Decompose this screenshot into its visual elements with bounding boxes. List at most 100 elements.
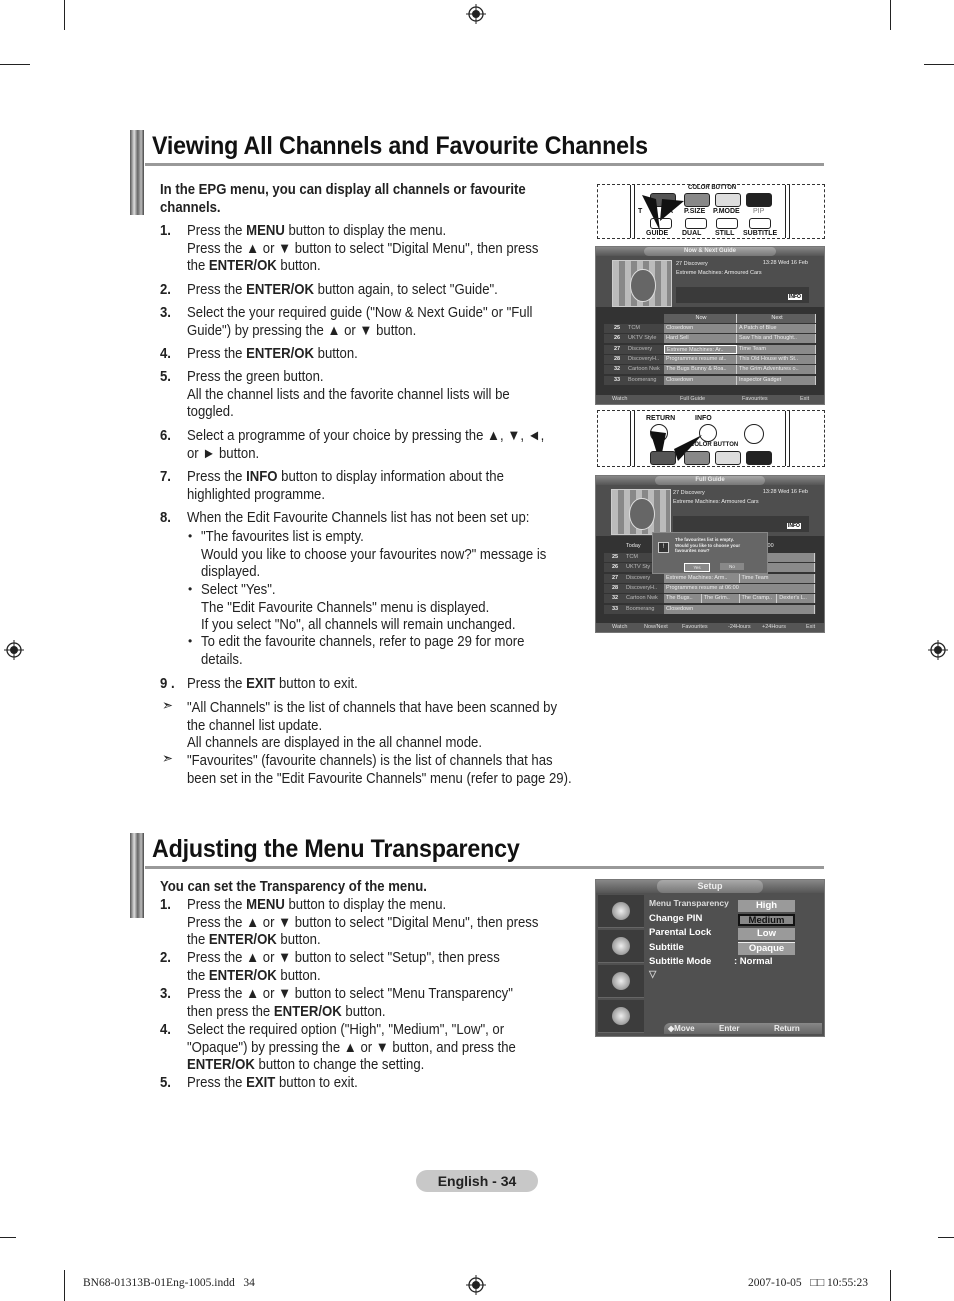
intro-line: channels. xyxy=(160,199,221,216)
programme-cell: Time Team xyxy=(739,573,815,583)
guide-row[interactable]: 25 TCM Closedown A Patch of Blue xyxy=(604,324,816,333)
no-button[interactable]: No xyxy=(720,563,744,570)
crop-mark xyxy=(890,0,891,30)
scroll-down-icon[interactable]: ▽ xyxy=(649,969,656,980)
text-segment: Press the xyxy=(187,223,247,239)
bullet-text: Select "Yes". The "Edit Favourite Channel… xyxy=(201,582,516,635)
step-line: Press the ▲ or ▼ button to select "Menu … xyxy=(187,986,513,1004)
clock: 13:28 Wed 16 Feb xyxy=(762,489,808,495)
guide-row[interactable]: 27 Discovery Extreme Machines: Arm.. Time T… xyxy=(604,573,816,583)
crop-mark xyxy=(938,1237,954,1238)
subtitle-mode-value: : Normal xyxy=(734,956,773,967)
yes-button[interactable]: Yes xyxy=(684,563,710,572)
guide-row[interactable]: 32 Cartoon Nwk The Bugs.. The Grim.. The Cra… xyxy=(604,594,816,604)
next-programme: Inspector Gadget xyxy=(737,375,816,385)
option-low[interactable]: Low xyxy=(738,928,795,940)
text-segment: When the Edit Favourite Channels list ha… xyxy=(187,510,530,526)
step-number: 4. xyxy=(160,346,171,362)
menu-item-parental-lock[interactable]: Parental Lock xyxy=(649,927,711,938)
step-number: 5. xyxy=(160,369,171,385)
channel-name: Discovery xyxy=(628,345,653,352)
text-segment: button to exit. xyxy=(275,1075,358,1091)
footer-move: ◆Move xyxy=(668,1024,695,1033)
bullet-icon: • xyxy=(188,529,193,543)
channel-name: UKTV Style xyxy=(628,335,657,342)
guide-row[interactable]: 26 UKTV Style Hard Sell Saw This and Though… xyxy=(604,334,816,344)
step-text: Press the EXIT button to exit. xyxy=(187,676,358,694)
guide-row[interactable]: 33 Boomerang Closedown Inspector Gadget xyxy=(604,375,816,385)
channel-number: 26 xyxy=(614,335,621,342)
programme-cell: The Cramp.. xyxy=(739,594,778,604)
menu-item-change-pin[interactable]: Change PIN xyxy=(649,913,702,924)
option-high[interactable]: High xyxy=(738,900,795,912)
text-segment: highlighted programme. xyxy=(187,486,325,503)
guide-row[interactable]: 32 Cartoon Nwk The Bugs Bunny & Roa.. The G… xyxy=(604,365,816,375)
next-programme: A Patch of Blue xyxy=(737,324,816,333)
text-segment: Press the xyxy=(187,282,247,298)
footer-watch: Watch xyxy=(612,396,628,402)
print-timestamp: 2007-10-05 □□ 10:55:23 xyxy=(748,1277,868,1289)
step-text: Press the INFO button to display informa… xyxy=(187,469,504,504)
text-segment: Press the xyxy=(187,469,247,485)
text-segment: Guide") by pressing the ▲ or ▼ button. xyxy=(187,322,417,339)
blue-button xyxy=(746,193,772,207)
option-medium[interactable]: Medium xyxy=(738,914,795,926)
menu-item-subtitle[interactable]: Subtitle xyxy=(649,942,684,953)
remote-label: P.SIZE xyxy=(684,208,706,215)
text-segment: button. xyxy=(276,258,321,275)
bullet-icon: • xyxy=(188,582,193,596)
remote-edge xyxy=(785,185,790,238)
menu-icon-sound xyxy=(598,930,644,963)
dialog-message: The favourites list is empty. xyxy=(675,537,734,542)
next-programme: The Grim Adventures o.. xyxy=(737,365,816,375)
setup-footer: ◆Move Enter Return xyxy=(664,1023,822,1034)
step-line: Select a programme of your choice by pre… xyxy=(187,428,544,446)
screen-title-text: Setup xyxy=(657,880,763,893)
next-programme: Saw This and Thought.. xyxy=(737,334,816,344)
channel-name: 27 Discovery xyxy=(676,261,708,267)
step-text: Press the MENU button to display the men… xyxy=(187,223,538,276)
guide-footer: Watch Full Guide Favourites Exit xyxy=(596,395,824,404)
programme-cell: The Bugs.. xyxy=(664,594,702,604)
menu-item-transparency[interactable]: Menu Transparency xyxy=(649,898,729,908)
step-line: "Opaque") by pressing the ▲ or ▼ button,… xyxy=(187,1040,516,1058)
guide-row[interactable]: 27 Discovery Extreme Machines: Ar.. Time Te… xyxy=(604,344,816,354)
guide-row[interactable]: 28 DiscoveryH.. Programmes resume at.. This… xyxy=(604,354,816,364)
channel-number: 33 xyxy=(614,376,621,383)
step-text: When the Edit Favourite Channels list ha… xyxy=(187,510,529,528)
note-line: All channels are displayed in the all ch… xyxy=(187,735,482,752)
programme-cell: Programmes resume at 06:00 xyxy=(664,583,815,593)
channel-number: 27 xyxy=(614,345,621,352)
channel-number: 25 xyxy=(614,325,621,331)
channel-name: Discovery xyxy=(626,574,651,581)
channel-name: Boomerang xyxy=(626,605,655,612)
step-line: Press the INFO button to display informa… xyxy=(187,469,504,487)
now-programme: The Bugs Bunny & Roa.. xyxy=(664,365,737,375)
still-button xyxy=(716,218,738,229)
guide-button xyxy=(650,218,672,229)
text-segment: button to change the setting. xyxy=(254,1057,425,1074)
footer-favourites: Favourites xyxy=(682,624,708,630)
remote-label: PIP xyxy=(753,208,765,215)
menu-item-subtitle-mode[interactable]: Subtitle Mode xyxy=(649,956,711,967)
channel-name: 27 Discovery xyxy=(673,490,705,496)
guide-row[interactable]: 33 Boomerang Closedown xyxy=(604,604,816,614)
bullet-line: displayed. xyxy=(201,564,261,581)
button-name: ENTER/OK xyxy=(208,967,277,984)
note-line: "All Channels" is the list of channels t… xyxy=(187,700,558,716)
button-name: MENU xyxy=(246,223,285,239)
text-segment: Select the your required guide ("Now & N… xyxy=(187,305,533,321)
green-button xyxy=(684,193,710,207)
button-name: ENTER/OK xyxy=(246,346,314,362)
bullet-line: Would you like to choose your favourites… xyxy=(201,546,547,563)
guide-footer: Watch Now/Next Favourites -24Hours +24Ho… xyxy=(596,623,824,632)
guide-row[interactable]: 28 DiscoveryH.. Programmes resume at 06:00 xyxy=(604,583,816,593)
option-opaque[interactable]: Opaque xyxy=(738,942,795,955)
bullet-text: To edit the favourite channels, refer to… xyxy=(201,634,524,669)
warning-icon: ! xyxy=(658,542,669,553)
step-line: Select the your required guide ("Now & N… xyxy=(187,305,532,323)
step-line: Press the ENTER/OK button. xyxy=(187,346,358,364)
step-line: Press the ▲ or ▼ button to select "Setup… xyxy=(187,950,500,968)
text-segment: then press the xyxy=(187,1003,274,1020)
yellow-button xyxy=(715,451,741,465)
